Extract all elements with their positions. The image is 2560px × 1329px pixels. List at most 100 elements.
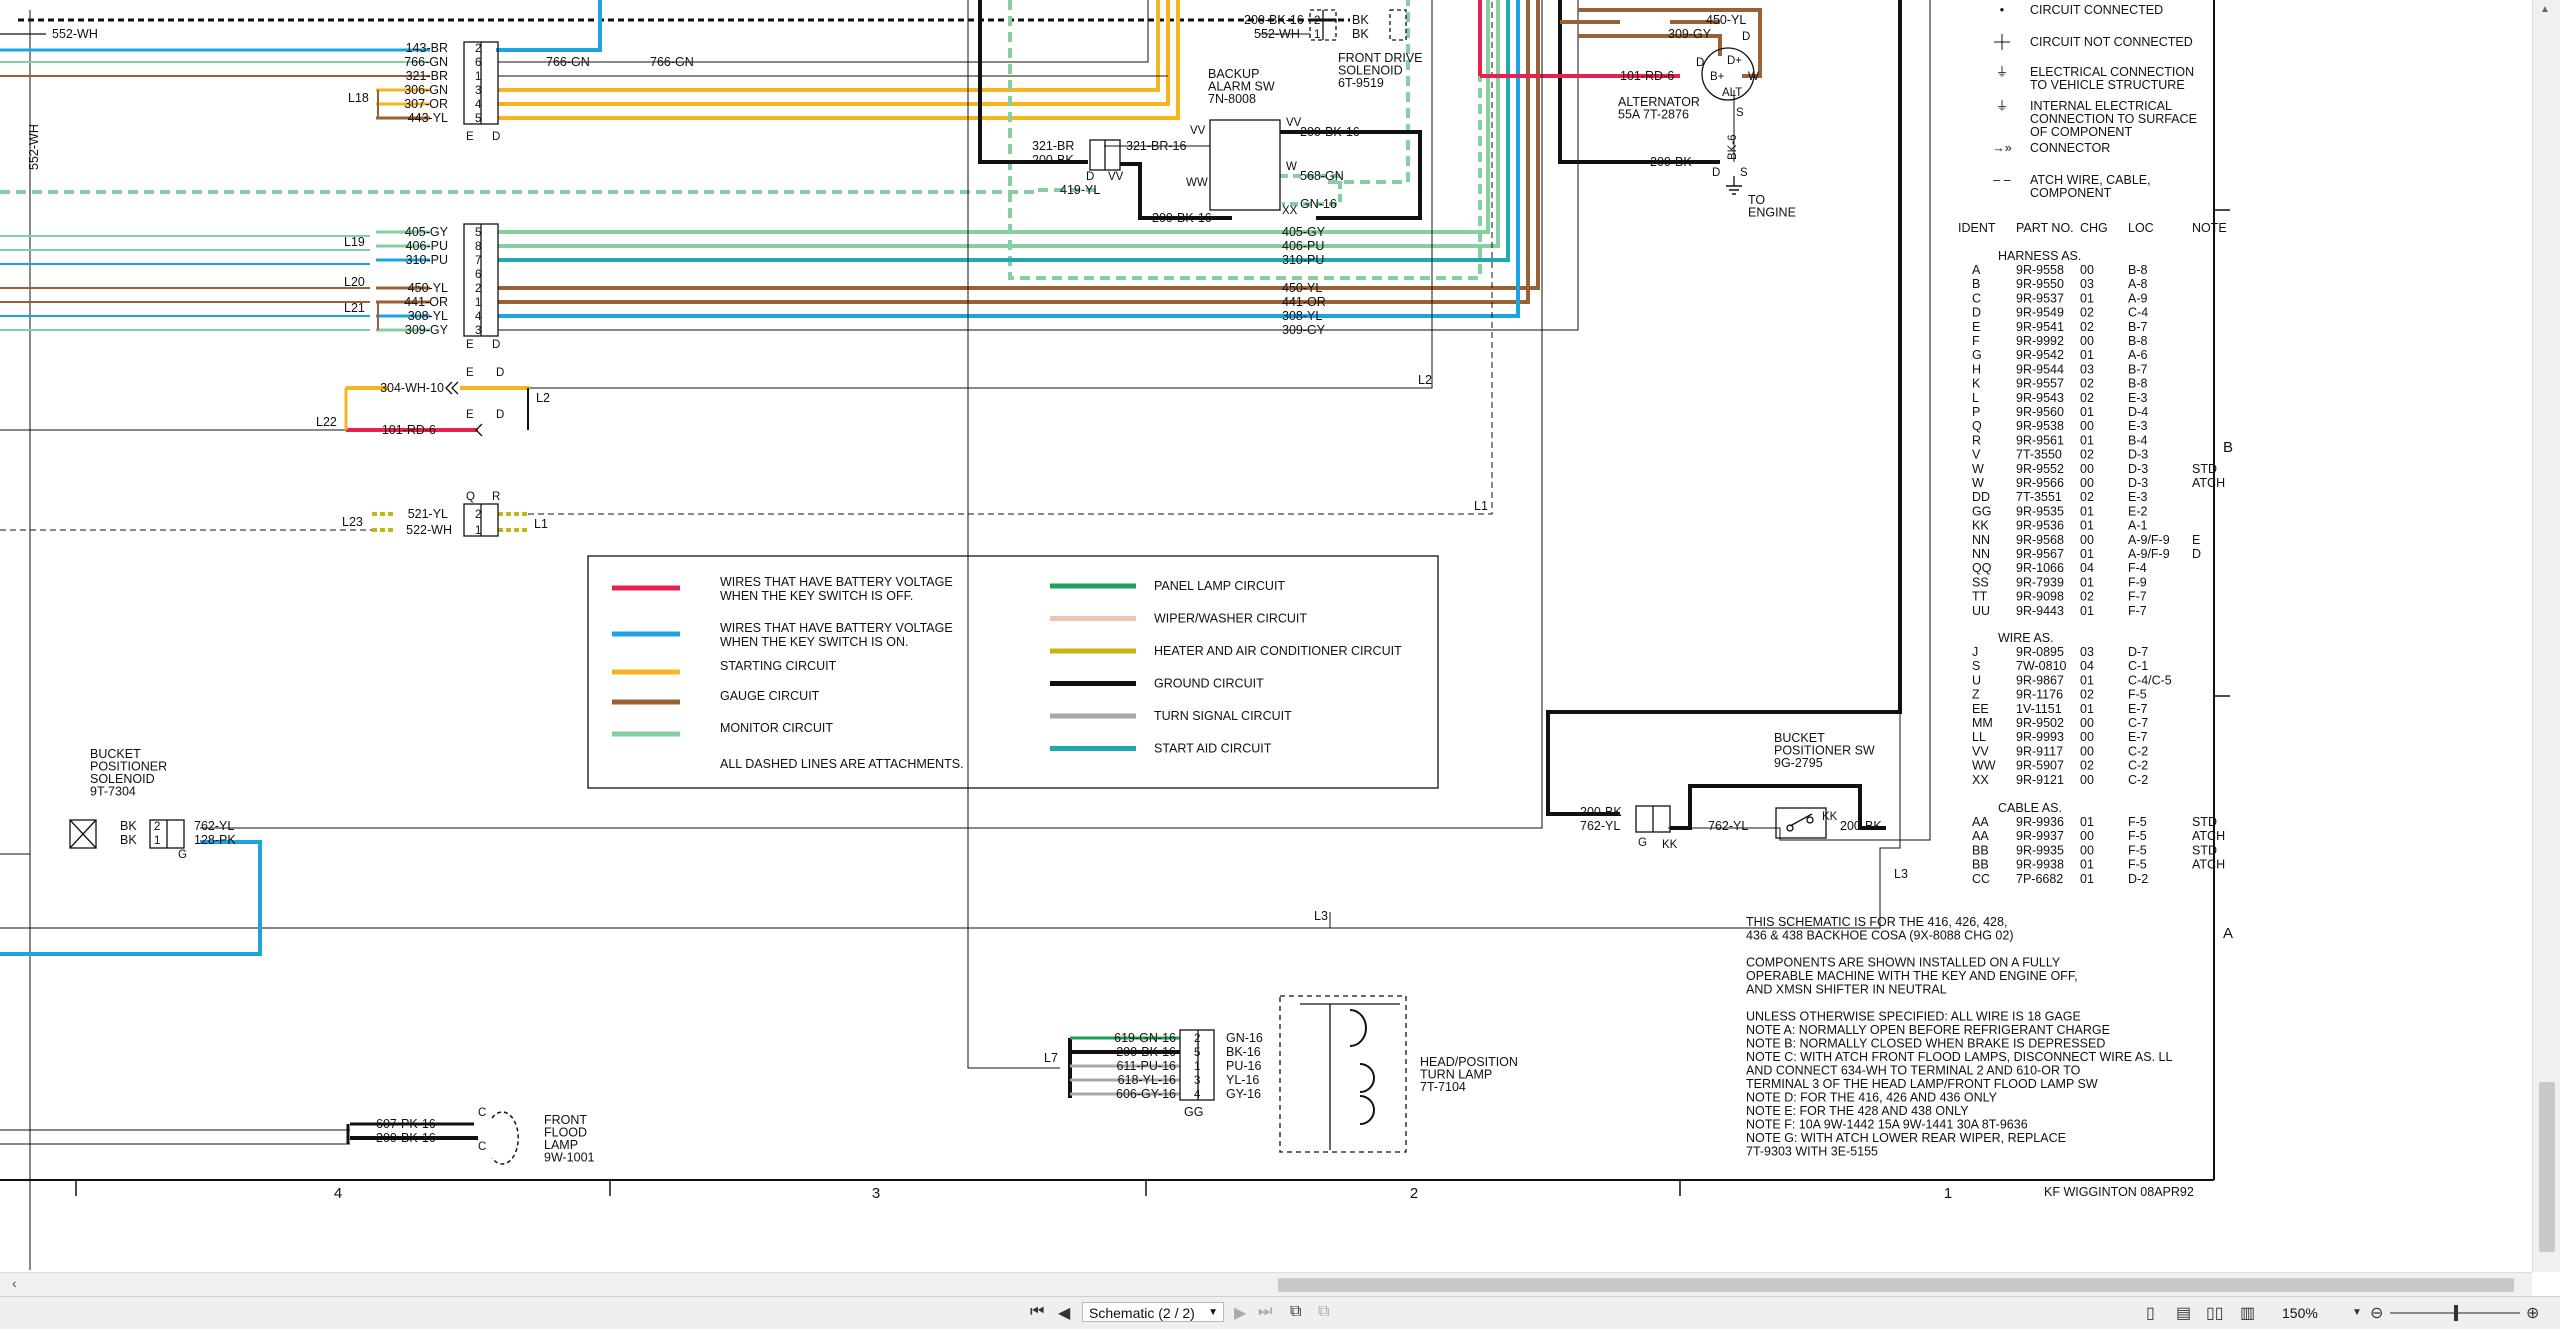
parts-cell: NN bbox=[1972, 547, 1990, 561]
parts-cell: 03 bbox=[2080, 645, 2094, 659]
label-ba-d: D bbox=[1086, 171, 1094, 183]
legend-text: PANEL LAMP CIRCUIT bbox=[1154, 579, 1285, 593]
previous-view-icon[interactable]: ⧉ bbox=[1290, 1303, 1301, 1321]
parts-cell: 02 bbox=[2080, 590, 2094, 604]
pin-number: 6 bbox=[475, 57, 481, 69]
facing-view-icon[interactable]: ▯▯ bbox=[2206, 1303, 2224, 1323]
bucket-positioner-solenoid-label: 9T-7304 bbox=[90, 785, 136, 799]
label-ba-419: 419-YL bbox=[1060, 183, 1100, 197]
last-page-icon[interactable]: ⏭ bbox=[1258, 1303, 1272, 1321]
legend-text: WIRES THAT HAVE BATTERY VOLTAGE bbox=[720, 575, 953, 589]
connector-tag: L1 bbox=[534, 517, 548, 531]
next-view-icon[interactable]: ⧉ bbox=[1318, 1303, 1329, 1321]
next-page-icon[interactable]: ▶ bbox=[1234, 1303, 1246, 1323]
wire-label: 304-WH-10 bbox=[380, 381, 444, 395]
parts-cell: 9R-9561 bbox=[2016, 433, 2064, 447]
legend-text: GROUND CIRCUIT bbox=[1154, 677, 1264, 691]
parts-cell: U bbox=[1972, 673, 1981, 687]
wire-label: 405-GY bbox=[405, 225, 449, 239]
label-alt-s: S bbox=[1736, 107, 1744, 119]
label-sol-762: 762-YL bbox=[194, 819, 234, 833]
horizontal-scrollbar[interactable]: ‹ bbox=[0, 1272, 2532, 1297]
wire-label: 143-BR bbox=[406, 41, 448, 55]
label-sol-g: G bbox=[178, 849, 187, 861]
parts-cell: W bbox=[1972, 462, 1984, 476]
facing-continuous-view-icon[interactable]: ▥ bbox=[2240, 1303, 2255, 1323]
parts-header: IDENT bbox=[1958, 221, 1996, 235]
single-page-view-icon[interactable]: ▯ bbox=[2146, 1303, 2155, 1323]
parts-cell: S bbox=[1972, 659, 1980, 673]
parts-cell: ATCH bbox=[2192, 476, 2225, 490]
parts-cell: D-3 bbox=[2128, 448, 2148, 462]
zoom-level[interactable]: 150% bbox=[2282, 1305, 2318, 1321]
parts-cell: 00 bbox=[2080, 263, 2094, 277]
connector-id: L18 bbox=[348, 91, 369, 105]
previous-page-icon[interactable]: ◀ bbox=[1058, 1303, 1070, 1323]
grid-column-label: 4 bbox=[334, 1185, 342, 1202]
parts-cell: 00 bbox=[2080, 533, 2094, 547]
zoom-slider-knob[interactable] bbox=[2454, 1305, 2458, 1321]
parts-cell: E-3 bbox=[2128, 490, 2148, 504]
parts-cell: LL bbox=[1972, 730, 1986, 744]
bucket-positioner-sw-label: 9G-2795 bbox=[1774, 756, 1823, 770]
parts-cell: 01 bbox=[2080, 405, 2094, 419]
front-drive-solenoid-label: 6T-9519 bbox=[1338, 76, 1384, 90]
vertical-scrollbar[interactable]: ▲ bbox=[2532, 0, 2560, 1272]
pin-number: 1 bbox=[475, 71, 481, 83]
parts-cell: AA bbox=[1972, 829, 1989, 843]
pin-number: 4 bbox=[475, 311, 482, 323]
label-bs-kk: KK bbox=[1822, 811, 1838, 823]
scroll-up-icon[interactable]: ▲ bbox=[2540, 4, 2550, 15]
pin-number: 5 bbox=[475, 227, 481, 239]
continuous-view-icon[interactable]: ▤ bbox=[2176, 1303, 2191, 1323]
label-bs-762yl2: 762-YL bbox=[1708, 819, 1748, 833]
legend-text: WHEN THE KEY SWITCH IS ON. bbox=[720, 635, 908, 649]
parts-cell: 9R-9937 bbox=[2016, 829, 2064, 843]
label-w552v: 552-WH bbox=[27, 124, 41, 170]
note-line: NOTE F: 10A 9W-1442 15A 9W-1441 30A 8T-9… bbox=[1746, 1118, 2028, 1132]
label-sol-128: 128-PK bbox=[194, 833, 236, 847]
wire-label: 405-GY bbox=[1282, 225, 1326, 239]
parts-cell: BB bbox=[1972, 843, 1989, 857]
parts-cell: 04 bbox=[2080, 659, 2094, 673]
scroll-left-icon[interactable]: ‹ bbox=[12, 1275, 17, 1291]
label-ba-321br: 321-BR bbox=[1032, 139, 1074, 153]
note-line: 7T-9303 WITH 3E-5155 bbox=[1746, 1145, 1878, 1159]
parts-cell: WW bbox=[1972, 759, 1996, 773]
parts-cell: B-4 bbox=[2128, 433, 2148, 447]
parts-cell: B-8 bbox=[2128, 263, 2148, 277]
label-p2: 2 bbox=[1314, 15, 1320, 27]
parts-cell: W bbox=[1972, 476, 1984, 490]
label-bk1: BK bbox=[1352, 13, 1369, 27]
zoom-in-icon[interactable]: ⊕ bbox=[2526, 1303, 2539, 1323]
parts-cell: C-1 bbox=[2128, 659, 2148, 673]
parts-cell: A-9/F-9 bbox=[2128, 547, 2170, 561]
zoom-out-icon[interactable]: ⊖ bbox=[2370, 1303, 2383, 1323]
zoom-dropdown-icon[interactable]: ▼ bbox=[2352, 1307, 2362, 1318]
horizontal-scroll-thumb[interactable] bbox=[1278, 1278, 2514, 1292]
label-ba-568: 568-GN bbox=[1300, 169, 1344, 183]
note-line: AND CONNECT 634-WH TO TERMINAL 2 AND 610… bbox=[1746, 1064, 2081, 1078]
parts-cell: 9R-7939 bbox=[2016, 575, 2064, 589]
parts-cell: 9R-9567 bbox=[2016, 547, 2064, 561]
parts-cell: 9R-9992 bbox=[2016, 334, 2064, 348]
symbol-text: ELECTRICAL CONNECTION bbox=[2030, 65, 2194, 79]
vertical-scroll-thumb[interactable] bbox=[2539, 1082, 2555, 1252]
parts-cell: 01 bbox=[2080, 547, 2094, 561]
parts-cell: 1V-1151 bbox=[2016, 702, 2062, 716]
first-page-icon[interactable]: ⏮ bbox=[1030, 1303, 1044, 1321]
parts-cell: 00 bbox=[2080, 476, 2094, 490]
wire-label: 450-YL bbox=[1282, 281, 1322, 295]
label-bk2: BK bbox=[1352, 27, 1369, 41]
wire-label: 450-YL bbox=[408, 281, 448, 295]
label-sol-p2: 2 bbox=[154, 821, 160, 833]
page-selector[interactable]: Schematic (2 / 2) ▼ bbox=[1082, 1302, 1224, 1322]
note-line: NOTE C: WITH ATCH FRONT FLOOD LAMPS, DIS… bbox=[1746, 1050, 2172, 1064]
label-alt-309: 309-GY bbox=[1668, 27, 1712, 41]
parts-cell: 02 bbox=[2080, 391, 2094, 405]
label-sol-bk1: BK bbox=[120, 819, 137, 833]
connector-end: E bbox=[466, 409, 474, 421]
connector-id: L19 bbox=[344, 235, 365, 249]
label-alt-450: 450-YL bbox=[1706, 13, 1746, 27]
note-line: NOTE A: NORMALLY OPEN BEFORE REFRIGERANT… bbox=[1746, 1023, 2110, 1037]
